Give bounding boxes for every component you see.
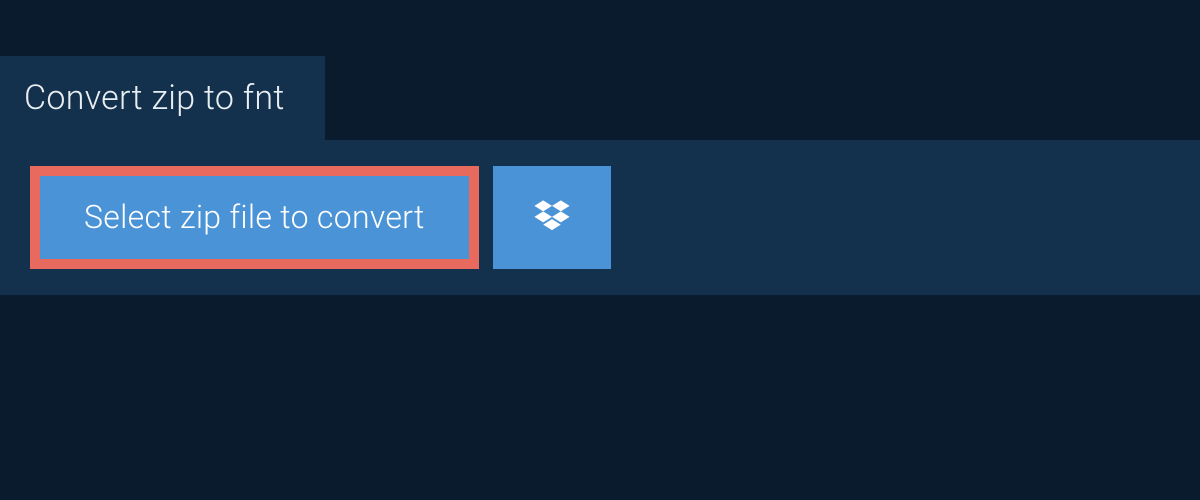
tab-convert[interactable]: Convert zip to fnt bbox=[0, 56, 325, 140]
select-file-label: Select zip file to convert bbox=[84, 200, 425, 235]
tab-title: Convert zip to fnt bbox=[24, 78, 285, 118]
dropbox-icon bbox=[530, 196, 574, 240]
upload-panel: Select zip file to convert bbox=[0, 140, 1200, 295]
select-file-button[interactable]: Select zip file to convert bbox=[30, 166, 479, 269]
dropbox-button[interactable] bbox=[493, 166, 611, 269]
